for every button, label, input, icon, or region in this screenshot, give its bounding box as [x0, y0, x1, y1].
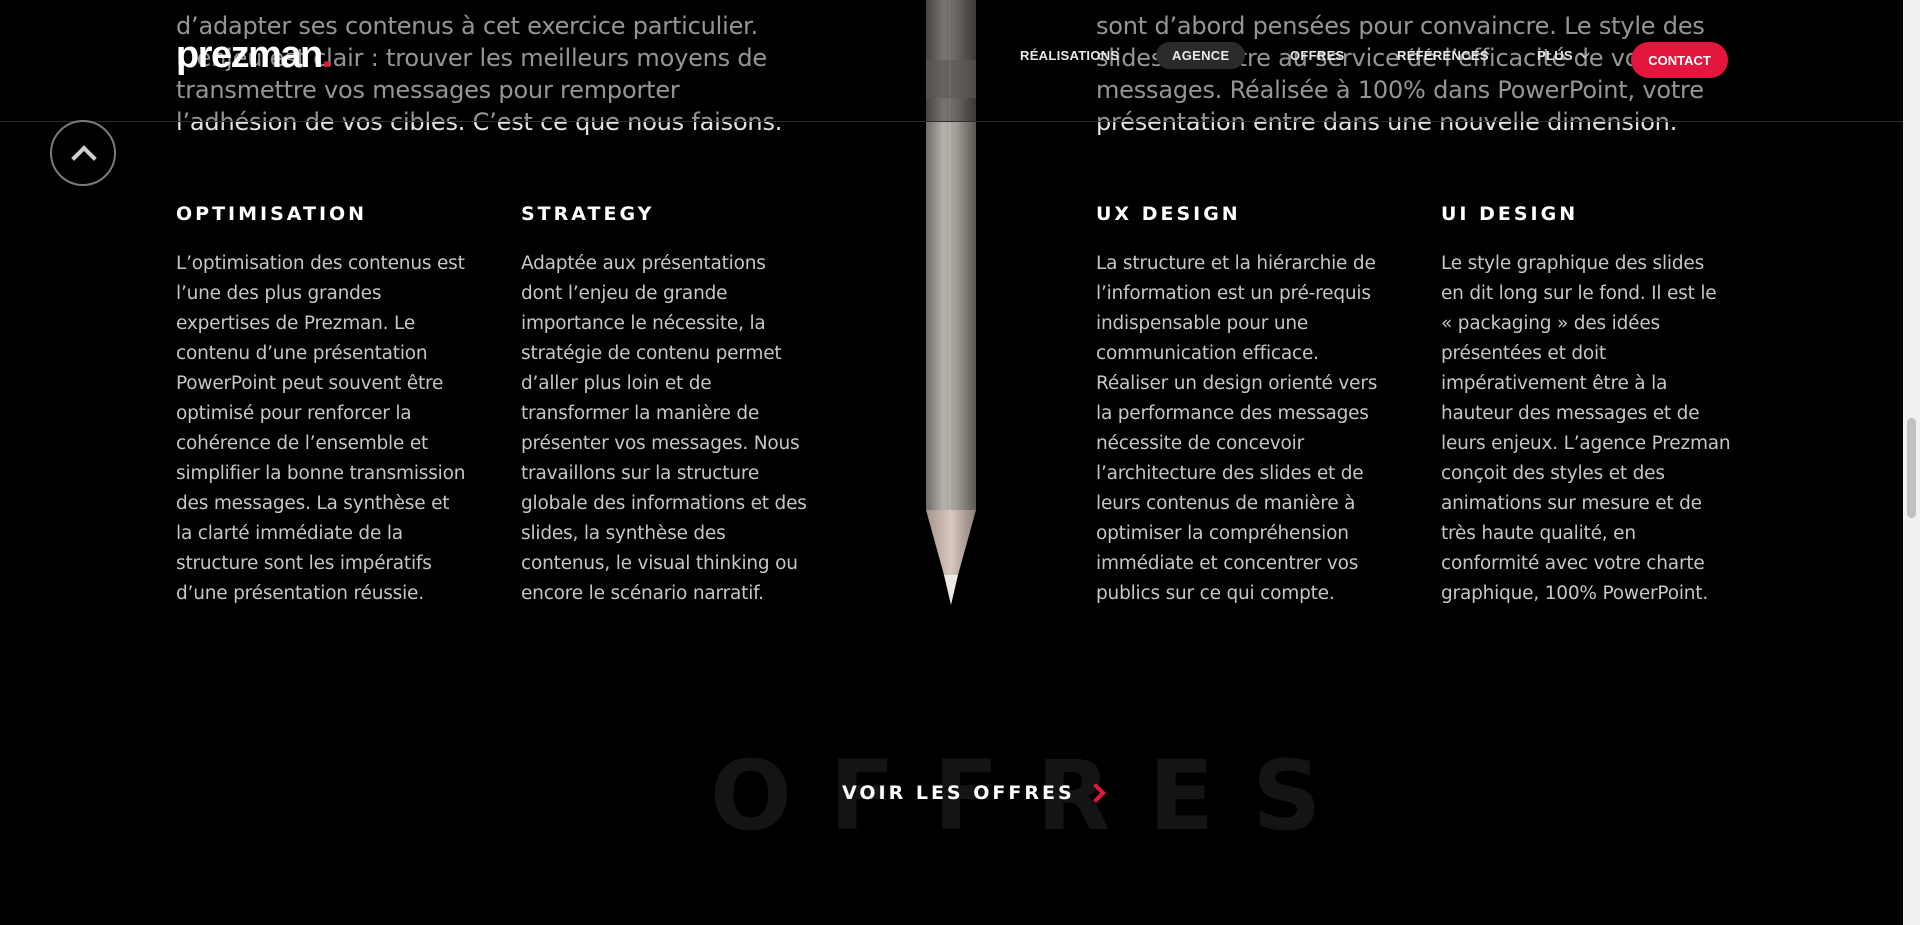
page: d’adapter ses contenus à cet exercice pa… — [0, 0, 1903, 925]
nav-offres[interactable]: OFFRES — [1290, 48, 1345, 63]
column-ux-design: UX DESIGN La structure et la hiérarchie … — [1096, 203, 1386, 609]
logo-text: prezman — [176, 34, 323, 76]
column-ui-design: UI DESIGN Le style graphique des slides … — [1441, 203, 1731, 609]
site-header: prezman. RÉALISATIONS AGENCE OFFRES RÉFÉ… — [0, 0, 1903, 122]
nav-realisations[interactable]: RÉALISATIONS — [1020, 48, 1119, 63]
nav-agence[interactable]: AGENCE — [1156, 42, 1246, 69]
chevron-down-icon — [1579, 48, 1590, 59]
column-text: L’optimisation des contenus est l’une de… — [176, 253, 466, 604]
voir-les-offres-link[interactable]: VOIR LES OFFRES — [842, 782, 1106, 804]
scroll-to-top-button[interactable] — [50, 120, 116, 186]
contact-button[interactable]: CONTACT — [1631, 42, 1728, 78]
nav-plus-label: PLUS — [1537, 48, 1573, 63]
scrollbar-thumb[interactable] — [1907, 418, 1916, 518]
column-text: La structure et la hiérarchie de l’infor… — [1096, 253, 1378, 604]
column-title: OPTIMISATION — [176, 203, 368, 225]
column-title: UX DESIGN — [1096, 203, 1241, 225]
column-title: STRATEGY — [521, 203, 655, 225]
column-text: Le style graphique des slides en dit lon… — [1441, 253, 1731, 604]
voir-les-offres-label: VOIR LES OFFRES — [842, 782, 1075, 804]
column-strategy: STRATEGY Adaptée aux présentations dont … — [521, 203, 811, 609]
column-optimisation: OPTIMISATION L’optimisation des contenus… — [176, 203, 466, 609]
logo-dot: . — [321, 34, 333, 76]
column-title: UI DESIGN — [1441, 203, 1579, 225]
page-scrollbar[interactable] — [1903, 0, 1920, 925]
prezman-logo[interactable]: prezman. — [176, 34, 333, 77]
nav-plus[interactable]: PLUS — [1537, 48, 1590, 63]
chevron-right-icon — [1085, 783, 1106, 803]
chevron-up-icon — [71, 145, 97, 171]
nav-references[interactable]: RÉFÉRENCES — [1397, 48, 1489, 63]
column-text: Adaptée aux présentations dont l’enjeu d… — [521, 253, 807, 604]
